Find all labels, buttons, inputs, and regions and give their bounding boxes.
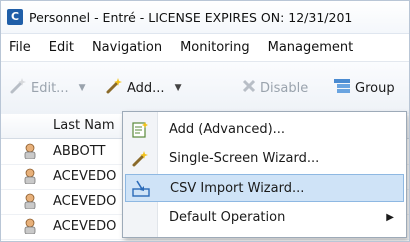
menu-item-label: CSV Import Wizard... (170, 181, 305, 196)
menu-file[interactable]: File (1, 40, 40, 55)
menu-bar: File Edit Navigation Monitoring Manageme… (1, 34, 409, 61)
last-name-cell: ACEVEDO (53, 219, 117, 234)
submenu-arrow-icon: ▶ (386, 212, 394, 223)
menu-management[interactable]: Management (259, 40, 363, 55)
add-dropdown-menu: Add (Advanced)... Single-Screen Wizard..… (122, 111, 407, 238)
wand-icon (105, 77, 123, 99)
disable-button-label: Disable (260, 80, 309, 96)
app-window: C Personnel - Entré - LICENSE EXPIRES ON… (0, 0, 410, 242)
form-icon (131, 121, 149, 139)
last-name-cell: ACEVEDO (53, 194, 117, 209)
edit-button[interactable]: Edit... ▼ (9, 62, 86, 114)
group-button-label: Group (355, 80, 395, 96)
menu-item-default-operation[interactable]: Default Operation ▶ (125, 204, 404, 232)
group-icon (333, 78, 351, 98)
edit-dropdown-arrow-icon[interactable]: ▼ (79, 83, 86, 93)
toolbar: Edit... ▼ Add... ▼ Disable Group (1, 61, 409, 115)
person-icon (23, 193, 37, 210)
title-bar: C Personnel - Entré - LICENSE EXPIRES ON… (1, 1, 409, 34)
menu-navigation[interactable]: Navigation (83, 40, 171, 55)
wand-icon (9, 77, 27, 99)
menu-item-csv-import-wizard[interactable]: CSV Import Wizard... (125, 174, 404, 202)
last-name-cell: ACEVEDO (53, 169, 117, 184)
wand-icon (131, 150, 149, 168)
person-icon (23, 143, 37, 160)
last-name-cell: ABBOTT (53, 144, 106, 159)
window-title: Personnel - Entré - LICENSE EXPIRES ON: … (29, 9, 353, 25)
add-button-label: Add... (127, 80, 165, 96)
menu-edit[interactable]: Edit (40, 40, 83, 55)
menu-item-label: Single-Screen Wizard... (169, 151, 320, 166)
disable-button[interactable]: Disable (242, 62, 308, 114)
app-logo-icon: C (7, 9, 23, 25)
menu-item-label: Add (Advanced)... (169, 122, 286, 137)
edit-button-label: Edit... (31, 80, 69, 96)
menu-item-add-advanced[interactable]: Add (Advanced)... (125, 116, 404, 144)
column-header-last-name[interactable]: Last Nam (53, 114, 115, 138)
menu-item-single-screen-wizard[interactable]: Single-Screen Wizard... (125, 145, 404, 173)
disable-x-icon (242, 79, 256, 97)
add-button[interactable]: Add... ▼ (105, 62, 182, 114)
group-button[interactable]: Group (333, 62, 395, 114)
person-icon (23, 168, 37, 185)
add-dropdown-arrow-icon[interactable]: ▼ (175, 83, 182, 93)
menu-monitoring[interactable]: Monitoring (171, 40, 259, 55)
person-icon (23, 218, 37, 235)
csv-import-icon (132, 180, 150, 198)
menu-item-label: Default Operation (169, 210, 286, 225)
